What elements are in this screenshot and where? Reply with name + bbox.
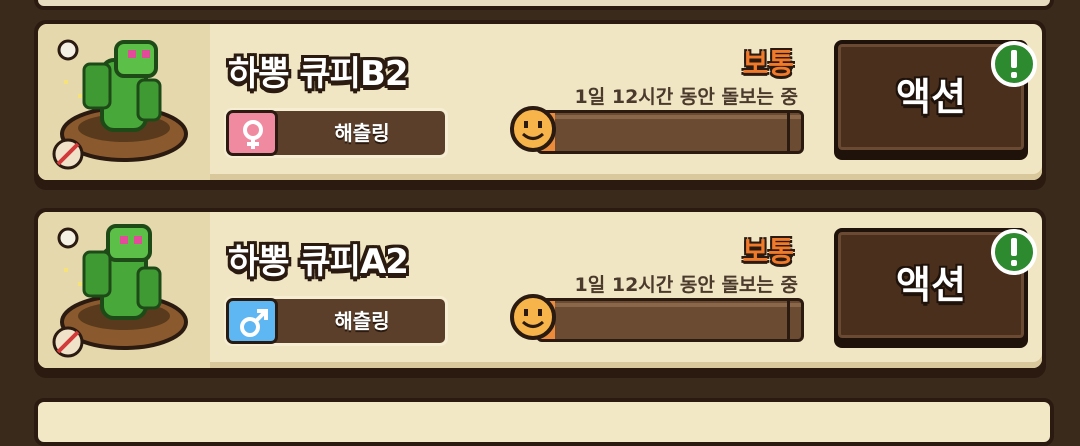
- pet-card-face: 하뽕 큐피A2 해츨링 보통 1일 12시간 동안 돌보는 중 액션: [38, 212, 1042, 368]
- exclamation-icon[interactable]: [990, 40, 1038, 88]
- female-symbol-icon: [243, 120, 263, 149]
- male-symbol-icon: [240, 309, 268, 337]
- gender-badge: [226, 110, 278, 156]
- growth-stage-label: 해츨링: [334, 121, 390, 145]
- dragon-in-nest-image: [52, 224, 188, 358]
- pet-name: 하뽕 큐피B2: [228, 54, 409, 94]
- dragon-in-nest-image: [52, 39, 188, 170]
- gender-badge: [226, 298, 278, 344]
- pet-card[interactable]: 하뽕 큐피B2 해츨링 보통 1일 12시간 동안 돌보는 중 액션: [34, 20, 1046, 190]
- care-progress-bar: [536, 110, 804, 154]
- pet-name: 하뽕 큐피A2: [228, 242, 409, 282]
- pet-portrait[interactable]: [38, 212, 210, 368]
- smiley-face-icon: [510, 106, 556, 152]
- growth-stage-badge: 해츨링: [224, 296, 448, 346]
- next-card-edge: [34, 398, 1054, 446]
- pet-portrait[interactable]: [38, 24, 210, 180]
- care-duration-text: 1일 12시간 동안 돌보는 중: [574, 274, 798, 296]
- pet-card[interactable]: 하뽕 큐피A2 해츨링 보통 1일 12시간 동안 돌보는 중 액션: [34, 208, 1046, 378]
- previous-card-edge: [34, 0, 1054, 10]
- status-label: 보통: [742, 235, 794, 268]
- growth-stage-badge: 해츨링: [224, 108, 448, 158]
- status-label: 보통: [742, 47, 794, 80]
- growth-stage-label: 해츨링: [334, 309, 390, 333]
- smiley-face-icon: [510, 294, 556, 340]
- care-duration-text: 1일 12시간 동안 돌보는 중: [574, 86, 798, 108]
- pet-card-face: 하뽕 큐피B2 해츨링 보통 1일 12시간 동안 돌보는 중 액션: [38, 24, 1042, 180]
- exclamation-icon[interactable]: [990, 228, 1038, 276]
- care-progress-bar: [536, 298, 804, 342]
